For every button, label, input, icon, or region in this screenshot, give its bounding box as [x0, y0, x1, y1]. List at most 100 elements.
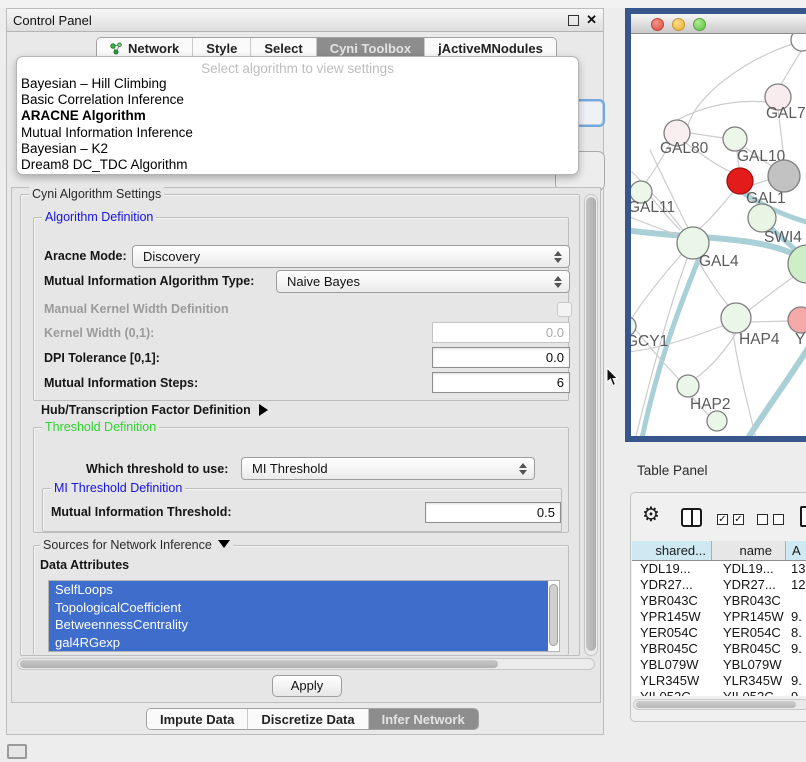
- deselect-all-icon[interactable]: [757, 514, 784, 525]
- network-node[interactable]: [748, 204, 776, 232]
- table-cell: YBL079W: [712, 657, 786, 673]
- manual-kernel-checkbox[interactable]: [557, 302, 572, 317]
- threshold-definition-legend: Threshold Definition: [42, 420, 159, 435]
- data-attribute-option[interactable]: SelfLoops: [49, 581, 548, 599]
- dpi-tolerance-field[interactable]: 0.0: [432, 347, 570, 368]
- select-all-icon[interactable]: ✓ ✓: [717, 514, 744, 525]
- tab-label: jActiveMNodules: [438, 41, 543, 56]
- sources-legend-text: Sources for Network Inference: [43, 538, 212, 552]
- network-node[interactable]: [791, 34, 806, 51]
- table-row[interactable]: YER054CYER054C8.: [632, 625, 806, 641]
- network-edge[interactable]: [751, 321, 788, 322]
- table-cell: 8.: [786, 625, 806, 641]
- float-panel-icon[interactable]: [568, 15, 579, 26]
- table-panel-title: Table Panel: [625, 458, 806, 484]
- data-attribute-option[interactable]: gal4RGexp: [49, 634, 548, 652]
- mi-threshold-field[interactable]: 0.5: [425, 502, 561, 523]
- data-attributes-listbox: SelfLoopsTopologicalCoefficientBetweenne…: [48, 580, 560, 652]
- tab-impute-data[interactable]: Impute Data: [147, 709, 248, 729]
- network-edge[interactable]: [696, 333, 736, 378]
- close-traffic-light-icon[interactable]: [651, 18, 664, 31]
- node-label: SWI4: [764, 229, 802, 246]
- apply-button[interactable]: Apply: [272, 675, 342, 697]
- network-canvas[interactable]: GAL7GAL80GAL10GAL1GAL11GAL4SWI4GCY1HAP4Y…: [631, 34, 806, 436]
- data-attributes-label: Data Attributes: [40, 558, 129, 572]
- data-attribute-option[interactable]: TopologicalCoefficient: [49, 599, 548, 617]
- table-row[interactable]: YDR27...YDR27...12: [632, 577, 806, 593]
- settings-horizontal-scrollbar[interactable]: [17, 658, 595, 670]
- column-layout-icon[interactable]: [681, 508, 702, 527]
- algorithm-option[interactable]: Basic Correlation Inference: [17, 92, 578, 108]
- network-edge[interactable]: [690, 133, 723, 138]
- table-row[interactable]: YBL079WYBL079W: [632, 657, 806, 673]
- table-cell: YBR043C: [712, 593, 786, 609]
- network-edge[interactable]: [752, 180, 768, 185]
- settings-vertical-scrollbar[interactable]: [584, 194, 598, 656]
- table-row[interactable]: YBR043CYBR043C: [632, 593, 806, 609]
- algorithm-option[interactable]: Bayesian – K2: [17, 141, 578, 157]
- network-edge[interactable]: [733, 333, 757, 436]
- mouse-cursor: [606, 368, 619, 387]
- which-threshold-select[interactable]: MI Threshold: [241, 457, 535, 480]
- node-hap4[interactable]: [721, 303, 751, 333]
- algorithm-dropdown-popup: Select algorithm to view settings Bayesi…: [16, 56, 579, 175]
- aracne-mode-select[interactable]: Discovery: [132, 245, 570, 268]
- zoom-traffic-light-icon[interactable]: [693, 18, 706, 31]
- algorithm-option[interactable]: Bayesian – Hill Climbing: [17, 76, 578, 92]
- hub-definition-expander[interactable]: Hub/Transcription Factor Definition: [41, 401, 268, 419]
- gear-icon[interactable]: ⚙: [642, 505, 660, 525]
- network-edge[interactable]: [632, 255, 681, 318]
- dpi-tolerance-label: DPI Tolerance [0,1]:: [44, 351, 160, 365]
- table-cell: 9.: [786, 673, 806, 689]
- algorithm-option[interactable]: ARACNE Algorithm: [17, 108, 578, 124]
- algorithm-option[interactable]: Mutual Information Inference: [17, 125, 578, 141]
- column-header-name[interactable]: name: [712, 541, 786, 560]
- table-row[interactable]: YDL19...YDL19...13: [632, 561, 806, 577]
- unchecked-box-icon: [773, 514, 784, 525]
- tab-label: Infer Network: [382, 712, 465, 727]
- table-horizontal-scrollbar[interactable]: [633, 699, 806, 710]
- node-label: HAP4: [739, 331, 780, 348]
- network-node[interactable]: [707, 411, 727, 431]
- network-edge[interactable]: [780, 50, 802, 86]
- network-edge[interactable]: [700, 192, 733, 228]
- table-cell: 9.: [786, 689, 806, 696]
- table-body: YDL19...YDL19...13YDR27...YDR27...12YBR0…: [632, 561, 806, 696]
- node-label: HAP2: [690, 396, 731, 413]
- minimize-traffic-light-icon[interactable]: [672, 18, 685, 31]
- node-label: GAL7: [766, 105, 806, 122]
- network-node[interactable]: [768, 160, 800, 192]
- mi-type-label: Mutual Information Algorithm Type:: [44, 274, 254, 288]
- kernel-width-field[interactable]: 0.0: [432, 322, 570, 343]
- table-row[interactable]: YIL052CYIL052C9.: [632, 689, 806, 696]
- data-attribute-option[interactable]: BetweennessCentrality: [49, 616, 548, 634]
- algorithm-definition-legend: Algorithm Definition: [42, 210, 156, 225]
- control-panel-titlebar: Control Panel ✕: [7, 9, 603, 32]
- node-label: Y: [795, 331, 805, 348]
- table-row[interactable]: YBR045CYBR045C9.: [632, 641, 806, 657]
- sources-legend[interactable]: Sources for Network Inference: [40, 538, 233, 553]
- mi-steps-field[interactable]: 6: [432, 372, 570, 393]
- table-row[interactable]: YLR345WYLR345W9.: [632, 673, 806, 689]
- table-row[interactable]: YPR145WYPR145W9.: [632, 609, 806, 625]
- column-header-shared-name[interactable]: shared...: [632, 541, 712, 560]
- network-edge[interactable]: [749, 272, 800, 310]
- column-header-clipped[interactable]: A: [786, 541, 806, 560]
- attributes-scrollbar[interactable]: [549, 583, 558, 649]
- table-cell: YLR345W: [632, 673, 712, 689]
- node-hap2[interactable]: [677, 375, 699, 397]
- tab-infer-network[interactable]: Infer Network: [369, 709, 478, 729]
- algorithm-option[interactable]: Dream8 DC_TDC Algorithm: [17, 157, 578, 173]
- mi-threshold-legend: MI Threshold Definition: [51, 481, 185, 496]
- manual-kernel-label: Manual Kernel Width Definition: [44, 302, 229, 316]
- app-root: Control Panel ✕ NetworkStyleSelectCyni T…: [0, 0, 806, 762]
- mi-algorithm-type-select[interactable]: Naive Bayes: [276, 270, 570, 293]
- table-cell: YIL052C: [712, 689, 786, 696]
- table-cell: [786, 593, 806, 609]
- node-y[interactable]: [788, 307, 806, 333]
- collapsed-panel-icon[interactable]: [7, 744, 27, 759]
- close-panel-icon[interactable]: ✕: [586, 12, 597, 28]
- tab-discretize-data[interactable]: Discretize Data: [248, 709, 368, 729]
- table-function-icon[interactable]: [800, 506, 806, 527]
- network-edge[interactable]: [650, 150, 688, 228]
